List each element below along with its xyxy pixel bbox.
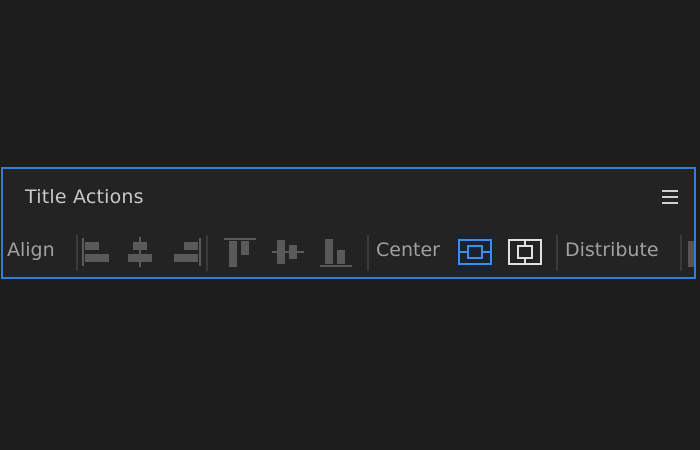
align-bottom-icon bbox=[320, 239, 352, 267]
divider bbox=[680, 235, 682, 271]
align-bottom-button[interactable] bbox=[317, 233, 355, 271]
divider bbox=[367, 235, 369, 271]
panel-title: Title Actions bbox=[25, 186, 144, 208]
center-horizontally-icon bbox=[458, 239, 492, 265]
align-top-button[interactable] bbox=[221, 233, 259, 271]
align-left-icon bbox=[82, 238, 109, 266]
truncated-distribute-tool[interactable] bbox=[688, 241, 694, 267]
title-actions-panel: Title Actions Align Center Distribute bbox=[1, 167, 696, 279]
center-horizontally-button[interactable] bbox=[456, 233, 494, 271]
center-vertically-button[interactable] bbox=[506, 233, 544, 271]
align-right-icon bbox=[174, 238, 201, 266]
align-horizontal-center-button[interactable] bbox=[121, 233, 159, 271]
align-label: Align bbox=[7, 239, 55, 261]
title-actions-toolbar: Align Center Distribute bbox=[3, 227, 694, 277]
distribute-label: Distribute bbox=[565, 239, 659, 261]
align-vertical-center-button[interactable] bbox=[269, 233, 307, 271]
panel-header: Title Actions bbox=[3, 169, 694, 223]
align-left-button[interactable] bbox=[78, 233, 116, 271]
center-label: Center bbox=[376, 239, 440, 261]
align-top-icon bbox=[224, 238, 256, 267]
divider bbox=[556, 235, 558, 271]
center-vertically-icon bbox=[508, 239, 542, 265]
align-vertical-center-icon bbox=[272, 240, 304, 264]
align-horizontal-center-icon bbox=[128, 237, 152, 267]
divider bbox=[206, 235, 208, 271]
align-right-button[interactable] bbox=[167, 233, 205, 271]
hamburger-menu-icon[interactable] bbox=[662, 190, 678, 204]
app-background: Title Actions Align Center Distribute bbox=[0, 0, 700, 450]
